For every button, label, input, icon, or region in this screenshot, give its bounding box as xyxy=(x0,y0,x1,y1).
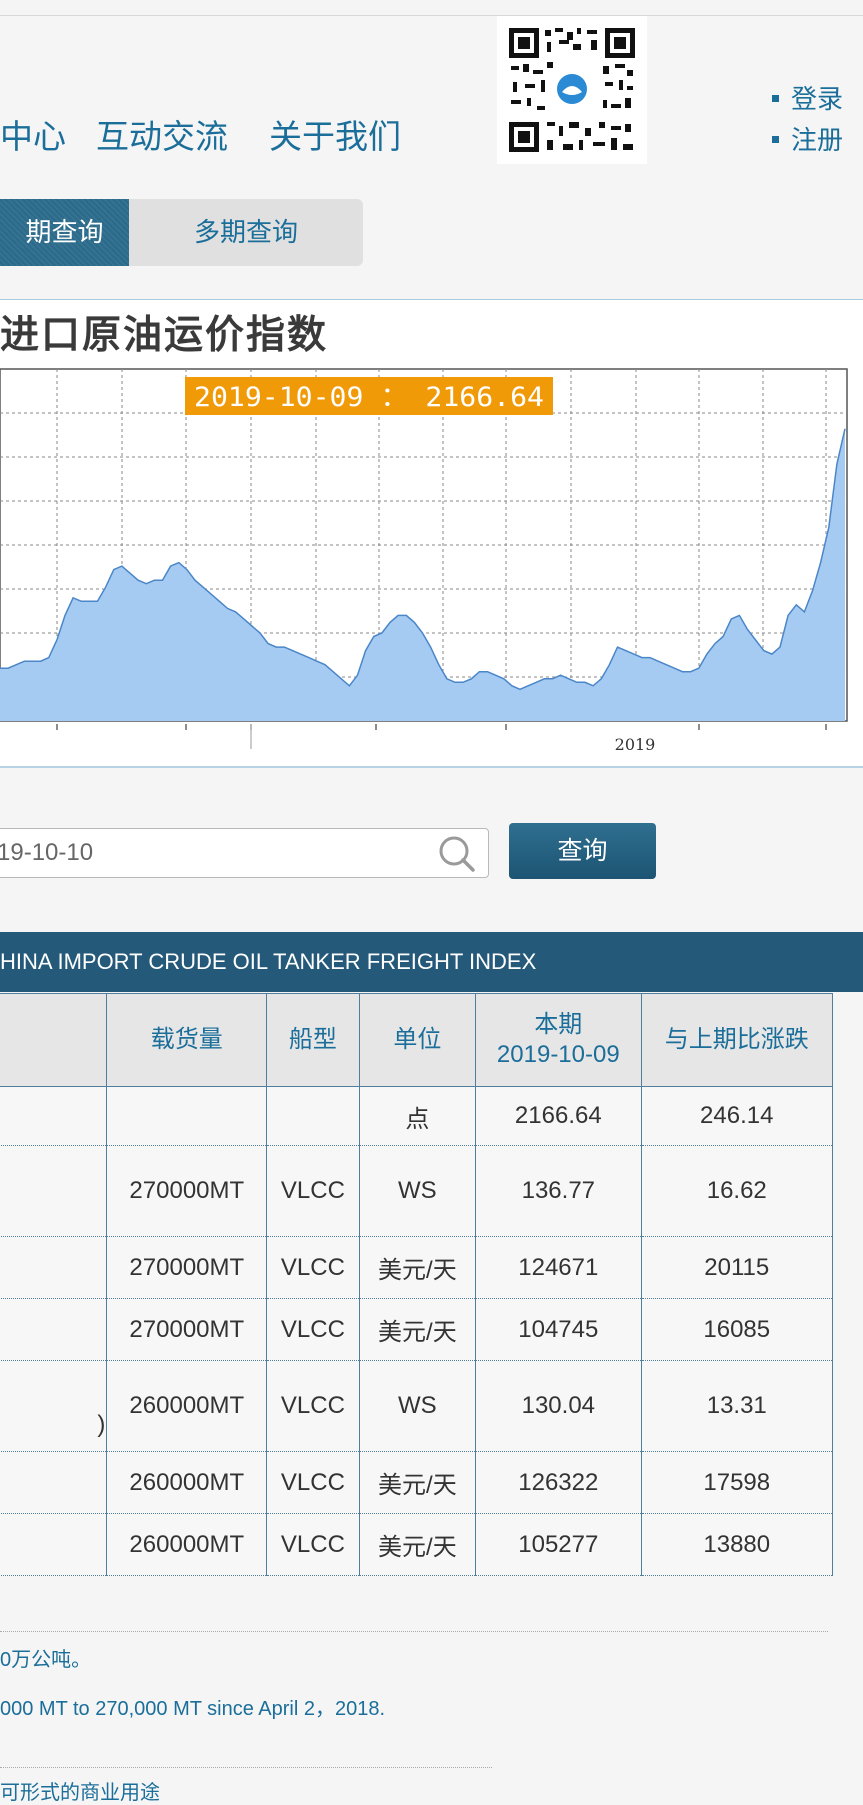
route-cell: ) xyxy=(0,1360,108,1452)
cargo-cell: 270000MT xyxy=(106,1298,268,1361)
ship-cell: VLCC xyxy=(266,1145,360,1237)
current-cell: 124671 xyxy=(475,1236,642,1299)
unit-cell: 美元/天 xyxy=(358,1236,477,1299)
date-input[interactable] xyxy=(0,829,427,877)
col-route xyxy=(0,993,108,1087)
cargo-cell: 260000MT xyxy=(106,1360,268,1452)
current-cell: 130.04 xyxy=(475,1360,642,1452)
change-cell: 246.14 xyxy=(640,1086,834,1146)
cargo-cell xyxy=(106,1086,268,1146)
cargo-cell: 260000MT xyxy=(106,1451,268,1514)
table-title: HINA IMPORT CRUDE OIL TANKER FREIGHT IND… xyxy=(0,949,537,974)
unit-cell: WS xyxy=(358,1360,477,1452)
table-row: 270000MT VLCC 美元/天 124671 20115 xyxy=(0,1236,834,1299)
note-line-1: 0万公吨。 xyxy=(0,1649,92,1671)
table-row: 点 2166.64 246.14 xyxy=(0,1086,834,1146)
change-cell: 13880 xyxy=(640,1513,834,1576)
table-title-bar: HINA IMPORT CRUDE OIL TANKER FREIGHT IND… xyxy=(0,932,863,992)
current-cell: 126322 xyxy=(475,1451,642,1514)
ship-cell: VLCC xyxy=(266,1513,360,1576)
change-cell: 17598 xyxy=(640,1451,834,1514)
table-row: 270000MT VLCC 美元/天 104745 16085 xyxy=(0,1298,834,1361)
table-row: 260000MT VLCC 美元/天 126322 17598 xyxy=(0,1451,834,1514)
route-cell xyxy=(0,1298,108,1361)
ship-cell: VLCC xyxy=(266,1236,360,1299)
unit-cell: 美元/天 xyxy=(358,1298,477,1361)
freight-index-chart[interactable]: 2019 2019-10-09 ： 2166.64 xyxy=(0,0,863,770)
unit-cell: 点 xyxy=(358,1086,477,1146)
route-cell xyxy=(0,1086,108,1146)
route-cell xyxy=(0,1236,108,1299)
change-cell: 16085 xyxy=(640,1298,834,1361)
col-current-date: 2019-10-09 xyxy=(496,1041,620,1068)
notes-divider xyxy=(0,1631,828,1633)
cargo-cell: 270000MT xyxy=(106,1145,268,1237)
current-cell: 105277 xyxy=(475,1513,642,1576)
route-cell xyxy=(0,1513,108,1576)
query-button[interactable]: 查询 xyxy=(509,823,656,879)
col-change: 与上期比涨跌 xyxy=(640,993,834,1087)
note-line-2: 000 MT to 270,000 MT since April 2，2018. xyxy=(0,1698,386,1720)
ship-cell: VLCC xyxy=(266,1451,360,1514)
change-cell: 13.31 xyxy=(640,1360,834,1452)
col-current: 本期 2019-10-09 xyxy=(475,993,642,1087)
date-field[interactable] xyxy=(0,828,489,878)
current-cell: 2166.64 xyxy=(475,1086,642,1146)
current-cell: 104745 xyxy=(475,1298,642,1361)
table-row: 260000MT VLCC 美元/天 105277 13880 xyxy=(0,1513,834,1576)
unit-cell: 美元/天 xyxy=(358,1451,477,1514)
cargo-cell: 260000MT xyxy=(106,1513,268,1576)
tooltip-label: 2019-10-09 ： 2166.64 xyxy=(194,382,544,413)
route-cell xyxy=(0,1451,108,1514)
freight-index-table: 载货量 船型 单位 本期 2019-10-09 与上期比涨跌 点 2166.64… xyxy=(0,993,834,1576)
col-cargo: 载货量 xyxy=(106,993,268,1087)
note-line-3: 可形式的商业用途 xyxy=(0,1782,160,1804)
col-ship: 船型 xyxy=(266,993,360,1087)
notes-divider xyxy=(0,1767,492,1769)
unit-cell: WS xyxy=(358,1145,477,1237)
cargo-cell: 270000MT xyxy=(106,1236,268,1299)
ship-cell xyxy=(266,1086,360,1146)
table-row: ) 260000MT VLCC WS 130.04 13.31 xyxy=(0,1360,834,1452)
table-row: 270000MT VLCC WS 136.77 16.62 xyxy=(0,1145,834,1237)
ship-cell: VLCC xyxy=(266,1298,360,1361)
search-icon[interactable] xyxy=(438,835,476,873)
route-cell xyxy=(0,1145,108,1237)
x-tick-label: 2019 xyxy=(615,735,656,754)
change-cell: 20115 xyxy=(640,1236,834,1299)
current-cell: 136.77 xyxy=(475,1145,642,1237)
unit-cell: 美元/天 xyxy=(358,1513,477,1576)
col-unit: 单位 xyxy=(358,993,477,1087)
col-current-label: 本期 xyxy=(534,1011,583,1038)
change-cell: 16.62 xyxy=(640,1145,834,1237)
ship-cell: VLCC xyxy=(266,1360,360,1452)
